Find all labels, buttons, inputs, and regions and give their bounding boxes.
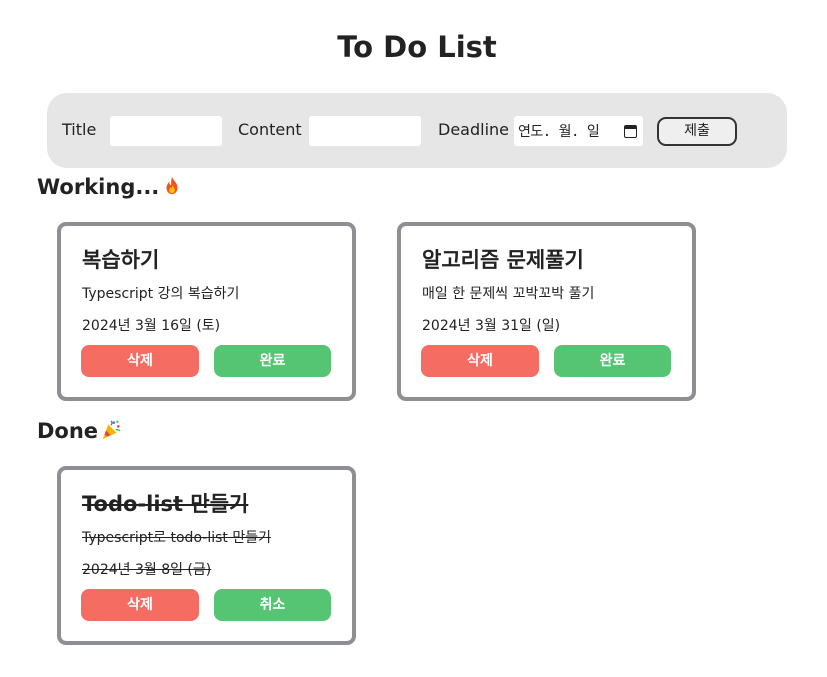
working-label: Working... [37,175,160,199]
todo-content: Typescript 강의 복습하기 [82,286,240,302]
todo-title: 복습하기 [82,248,160,272]
deadline-placeholder: 연도. 월. 일 [518,124,600,140]
complete-button[interactable]: 완료 [554,345,671,377]
deadline-label: Deadline [438,120,509,139]
done-section-title: Done [37,419,122,443]
done-label: Done [37,419,99,443]
todo-title: 알고리즘 문제풀기 [422,248,584,272]
complete-button[interactable]: 완료 [214,345,331,377]
done-card: Todo-list 만들기 Typescript로 todo-list 만들기 … [57,466,356,645]
content-input[interactable] [309,116,421,146]
delete-button[interactable]: 삭제 [81,589,199,621]
todo-content: Typescript로 todo-list 만들기 [82,530,271,546]
content-label: Content [238,120,302,139]
calendar-icon[interactable] [624,124,637,138]
title-label: Title [62,120,97,139]
todo-card: 복습하기 Typescript 강의 복습하기 2024년 3월 16일 (토)… [57,222,356,401]
title-input[interactable] [110,116,222,146]
delete-button[interactable]: 삭제 [81,345,199,377]
todo-card: 알고리즘 문제풀기 매일 한 문제씩 꼬박꼬박 풀기 2024년 3월 31일 … [397,222,696,401]
cancel-button[interactable]: 취소 [214,589,331,621]
todo-content: 매일 한 문제씩 꼬박꼬박 풀기 [422,286,595,302]
page-title: To Do List [337,30,497,64]
deadline-date-input[interactable]: 연도. 월. 일 [514,116,643,146]
party-popper-icon [102,420,121,440]
working-section-title: Working... [37,175,183,199]
submit-button[interactable]: 제출 [657,117,737,146]
delete-button[interactable]: 삭제 [421,345,539,377]
todo-deadline: 2024년 3월 8일 (금) [82,562,212,578]
fire-icon [166,176,178,195]
todo-title: Todo-list 만들기 [82,492,249,516]
todo-deadline: 2024년 3월 31일 (일) [422,318,561,334]
todo-deadline: 2024년 3월 16일 (토) [82,318,221,334]
